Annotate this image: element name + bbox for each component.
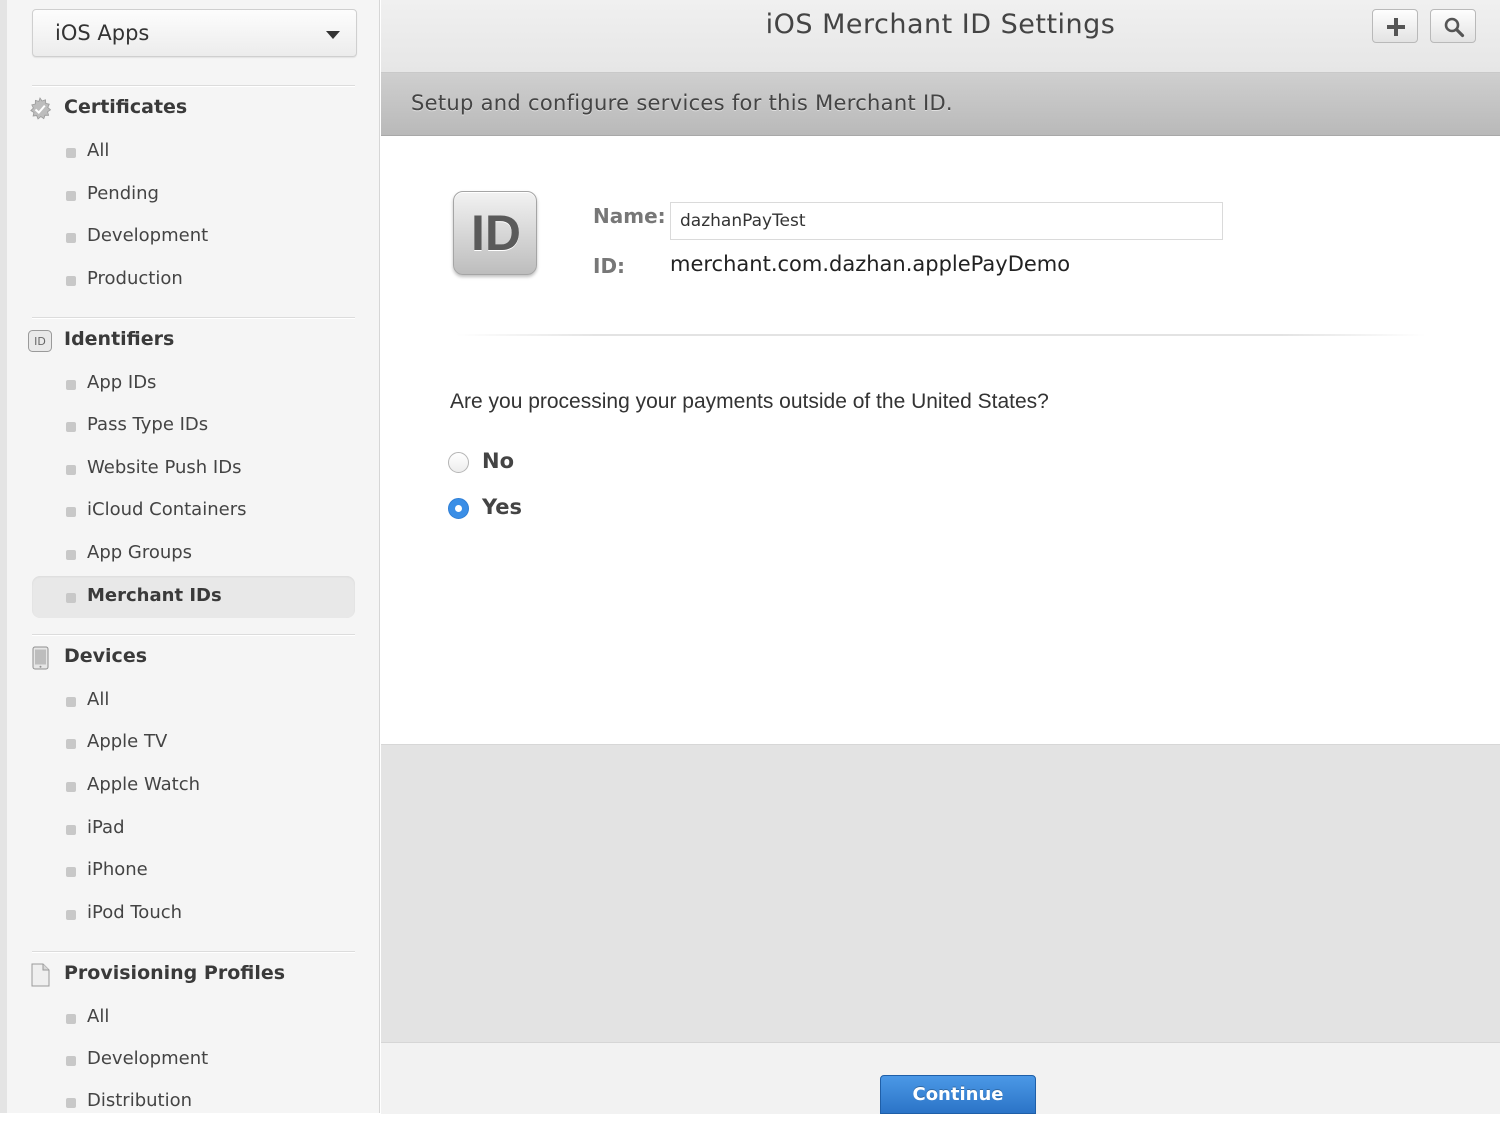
sidebar-item-merchant-ids[interactable]: Merchant IDs [32, 576, 355, 618]
sidebar-item-label: Apple Watch [87, 774, 201, 795]
sidebar-item-label: iPad [87, 817, 125, 838]
radio-yes-label[interactable]: Yes [482, 495, 522, 519]
sidebar-item-label: Pass Type IDs [87, 414, 209, 435]
page-subtitle: Setup and configure services for this Me… [411, 91, 953, 115]
bullet-icon [66, 148, 76, 158]
bullet-icon [66, 782, 76, 792]
bullet-icon [66, 739, 76, 749]
payment-region-question: Are you processing your payments outside… [450, 390, 1049, 413]
main-panel: iOS Merchant ID Settings Setup and confi… [381, 0, 1500, 1114]
page-title: iOS Merchant ID Settings [765, 9, 1116, 40]
radio-no-label[interactable]: No [482, 449, 514, 473]
sidebar-item-certificates-production[interactable]: Production [32, 259, 355, 301]
sidebar-item-label: All [87, 140, 110, 161]
bullet-icon [66, 1014, 76, 1024]
subtitle-bar: Setup and configure services for this Me… [381, 73, 1500, 136]
platform-dropdown[interactable]: iOS Apps [32, 9, 357, 57]
sidebar-section-title: Provisioning Profiles [64, 962, 286, 984]
bullet-icon [66, 867, 76, 877]
bullet-icon [66, 422, 76, 432]
sidebar-item-label: iPhone [87, 859, 148, 880]
sidebar-item-app-groups[interactable]: App Groups [32, 533, 355, 575]
bullet-icon [66, 276, 76, 286]
sidebar-item-app-ids[interactable]: App IDs [32, 363, 355, 405]
sidebar-item-ipod-touch[interactable]: iPod Touch [32, 893, 355, 935]
name-input[interactable] [670, 202, 1223, 240]
sidebar-item-label: Distribution [87, 1090, 193, 1111]
sidebar-item-label: Apple TV [87, 731, 168, 752]
id-icon: ID [28, 329, 52, 353]
sidebar-divider [32, 317, 355, 318]
sidebar-item-label: Production [87, 268, 183, 289]
toolbar: iOS Merchant ID Settings [381, 0, 1500, 73]
name-label: Name: [593, 204, 666, 228]
sidebar-item-ipad[interactable]: iPad [32, 808, 355, 850]
sidebar-divider [32, 951, 355, 952]
merchant-id-value: merchant.com.dazhan.applePayDemo [670, 252, 1071, 276]
sidebar-item-iphone[interactable]: iPhone [32, 850, 355, 892]
sidebar-item-devices-all[interactable]: All [32, 680, 355, 722]
document-icon [28, 963, 52, 987]
gear-certificate-icon [28, 97, 52, 121]
sidebar-item-icloud-containers[interactable]: iCloud Containers [32, 490, 355, 532]
bullet-icon [66, 593, 76, 603]
bullet-icon [66, 550, 76, 560]
sidebar: iOS Apps Certificates All Pending Develo… [0, 0, 380, 1113]
sidebar-item-website-push-ids[interactable]: Website Push IDs [32, 448, 355, 490]
add-button[interactable] [1372, 9, 1418, 43]
sidebar-divider [32, 85, 355, 86]
bullet-icon [66, 380, 76, 390]
sidebar-item-label: Website Push IDs [87, 457, 242, 478]
bullet-icon [66, 465, 76, 475]
sidebar-item-profiles-distribution[interactable]: Distribution [32, 1081, 355, 1123]
bullet-icon [66, 191, 76, 201]
empty-panel [381, 744, 1500, 1043]
radio-yes[interactable] [448, 498, 469, 519]
radio-no[interactable] [448, 452, 469, 473]
bullet-icon [66, 507, 76, 517]
device-icon [28, 646, 52, 670]
sidebar-item-profiles-all[interactable]: All [32, 997, 355, 1039]
sidebar-item-pass-type-ids[interactable]: Pass Type IDs [32, 405, 355, 447]
id-badge-text: ID [471, 205, 521, 261]
footer: Continue [381, 1042, 1500, 1114]
sidebar-item-label: iPod Touch [87, 902, 183, 923]
sidebar-section-title: Certificates [64, 96, 188, 118]
merchant-settings-content: ID Name: ID: merchant.com.dazhan.applePa… [381, 136, 1500, 744]
sidebar-item-apple-watch[interactable]: Apple Watch [32, 765, 355, 807]
sidebar-item-label: Pending [87, 183, 159, 204]
id-badge-icon: ID [453, 191, 537, 275]
bullet-icon [66, 1098, 76, 1108]
bullet-icon [66, 233, 76, 243]
sidebar-item-label: All [87, 1006, 110, 1027]
sidebar-item-label: App IDs [87, 372, 157, 393]
bullet-icon [66, 697, 76, 707]
sidebar-item-label: All [87, 689, 110, 710]
sidebar-item-profiles-development[interactable]: Development [32, 1039, 355, 1081]
sidebar-item-label: App Groups [87, 542, 193, 563]
continue-button[interactable]: Continue [880, 1075, 1036, 1114]
id-label: ID: [593, 254, 626, 278]
sidebar-item-certificates-development[interactable]: Development [32, 216, 355, 258]
sidebar-item-label: Development [87, 1048, 209, 1069]
sidebar-section-title: Devices [64, 645, 148, 667]
sidebar-section-title: Identifiers [64, 328, 175, 350]
sidebar-item-certificates-pending[interactable]: Pending [32, 174, 355, 216]
sidebar-item-label: iCloud Containers [87, 499, 247, 520]
bullet-icon [66, 825, 76, 835]
plus-icon [1387, 18, 1405, 36]
sidebar-item-label: Merchant IDs [87, 585, 222, 606]
content-divider [456, 334, 1426, 336]
sidebar-divider [32, 634, 355, 635]
chevron-down-icon [326, 31, 340, 39]
id-icon-text: ID [34, 335, 46, 348]
sidebar-item-label: Development [87, 225, 209, 246]
search-icon [1444, 17, 1465, 38]
search-button[interactable] [1430, 9, 1476, 43]
bullet-icon [66, 1056, 76, 1066]
bullet-icon [66, 910, 76, 920]
sidebar-item-apple-tv[interactable]: Apple TV [32, 722, 355, 764]
sidebar-item-certificates-all[interactable]: All [32, 131, 355, 173]
platform-dropdown-label: iOS Apps [55, 21, 150, 45]
